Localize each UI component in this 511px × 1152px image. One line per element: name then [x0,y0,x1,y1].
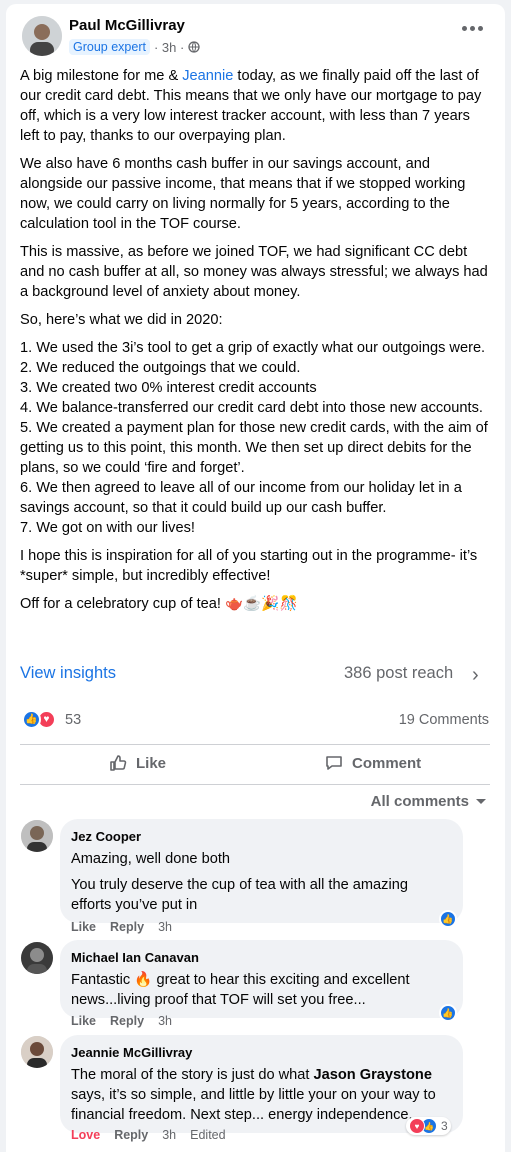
comment-bubble: Michael Ian Canavan Fantastic 🔥 great to… [60,940,463,1018]
post-paragraph: So, here’s what we did in 2020: [20,312,223,328]
caret-down-icon [476,798,486,804]
all-comments-filter[interactable]: All comments [371,793,487,810]
commenter-name[interactable]: Michael Ian Canavan [71,948,451,968]
comment-like-button[interactable]: Like [71,1014,96,1028]
comment-text: The moral of the story is just do what J… [71,1067,436,1123]
comment-like-button[interactable]: Like [71,920,96,934]
mention-link[interactable]: Jeannie [182,68,233,84]
commenter-avatar[interactable] [21,942,53,974]
like-reaction-icon[interactable]: 👍 [439,1004,457,1022]
globe-icon [188,41,200,53]
post-time[interactable]: · 3h · [154,40,184,55]
post-reach[interactable]: 386 post reach [344,664,453,683]
comment-time[interactable]: 3h [158,920,172,934]
comment-time[interactable]: 3h [162,1128,176,1142]
thumbs-up-icon [110,755,127,771]
commenter-avatar[interactable] [21,820,53,852]
commenter-name[interactable]: Jez Cooper [71,827,451,847]
comment-bubble: Jez Cooper Amazing, well done both You t… [60,819,463,923]
reaction-summary[interactable]: 👍 ♥ 53 [22,710,81,729]
author-avatar[interactable] [22,16,62,56]
chevron-right-icon[interactable]: › [472,664,479,687]
more-options-icon[interactable] [462,26,483,31]
reaction-count: 53 [65,711,82,728]
view-insights-link[interactable]: View insights [20,664,116,683]
commenter-name[interactable]: Jeannie McGillivray [71,1043,451,1063]
post-meta: Group expert · 3h · [69,38,200,56]
group-expert-badge[interactable]: Group expert [69,39,150,55]
like-button[interactable]: Like [108,753,166,773]
post-closing: I hope this is inspiration for all of yo… [20,548,478,584]
comments-count[interactable]: 19 Comments [399,712,489,728]
comment-reactions[interactable]: ♥ 👍 3 [406,1117,451,1135]
comment-actions: Like Reply 3h [71,920,172,934]
divider [20,784,490,785]
comment-text: Fantastic 🔥 great to hear this exciting … [71,972,410,1008]
comment-actions: Love Reply 3h Edited [71,1128,226,1142]
comment-button[interactable]: Comment [324,753,421,773]
post-steps: 1. We used the 3i’s tool to get a grip o… [20,340,488,536]
post-paragraph: We also have 6 months cash buffer in our… [20,156,466,232]
comment-icon [326,756,342,770]
post-intro: A big milestone for me & Jeannie today, … [20,68,482,144]
commenter-avatar[interactable] [21,1036,53,1068]
mentioned-name[interactable]: Jason Graystone [314,1067,432,1083]
edited-label[interactable]: Edited [190,1128,225,1142]
comment-love-button[interactable]: Love [71,1128,100,1142]
like-reaction-icon: 👍 [22,710,41,729]
comment-text: You truly deserve the cup of tea with al… [71,877,408,913]
comment-text: Amazing, well done both [71,851,231,867]
post-body: A big milestone for me & Jeannie today, … [20,66,492,622]
post-card: Paul McGillivray Group expert · 3h · A b… [6,4,505,1152]
love-reaction-icon: ♥ [409,1118,425,1134]
post-final: Off for a celebratory cup of tea! 🫖☕🎉🎊 [20,596,298,612]
divider [20,744,490,745]
like-reaction-icon[interactable]: 👍 [439,910,457,928]
comment-actions: Like Reply 3h [71,1014,172,1028]
comment-reply-button[interactable]: Reply [114,1128,148,1142]
comment-reply-button[interactable]: Reply [110,1014,144,1028]
comment-time[interactable]: 3h [158,1014,172,1028]
comment-bubble: Jeannie McGillivray The moral of the sto… [60,1035,463,1133]
post-paragraph: This is massive, as before we joined TOF… [20,244,488,300]
comment-reply-button[interactable]: Reply [110,920,144,934]
author-name[interactable]: Paul McGillivray [69,17,185,34]
